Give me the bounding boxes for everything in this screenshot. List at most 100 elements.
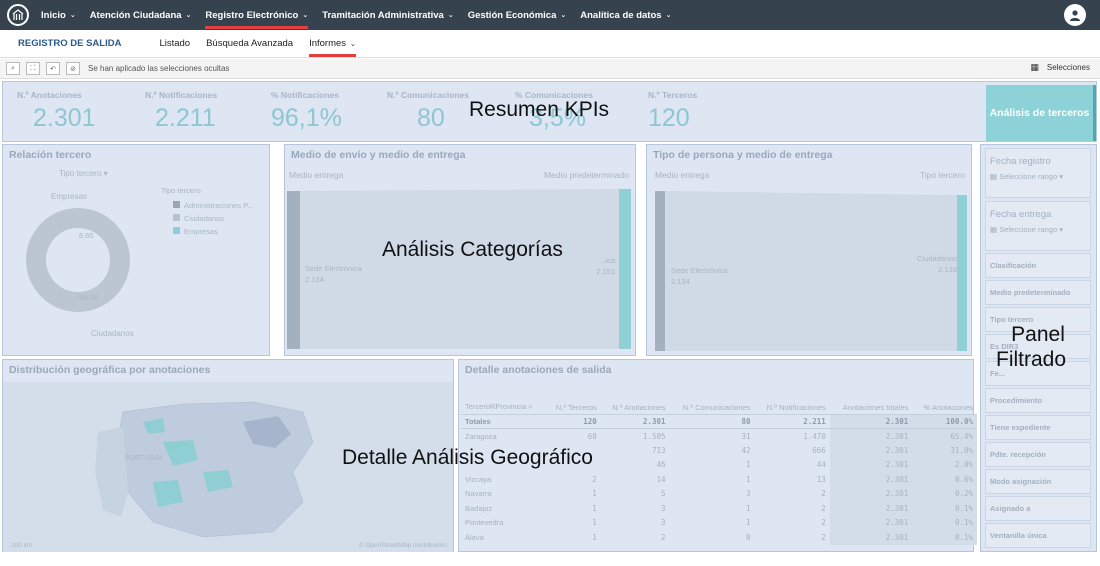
selections-message: Se han aplicado las selecciones ocultas	[88, 64, 230, 73]
legend-item-ciudadanos[interactable]: Ciudadanos	[173, 212, 253, 225]
sankey-node-left	[287, 191, 300, 349]
dropdown-caret-icon: ▾	[103, 169, 108, 178]
filter-fecha-entrega[interactable]: Fecha entrega ▦ Seleccione rango ▾	[985, 201, 1091, 251]
user-avatar-icon[interactable]	[1064, 4, 1086, 26]
categorias-overlay-label: Análisis Categorías	[382, 238, 563, 261]
donut-ring	[26, 208, 130, 312]
filter-tiene-expediente[interactable]: Tiene expediente	[985, 415, 1091, 440]
chevron-down-icon: ⌄	[302, 12, 309, 19]
tab-informes[interactable]: Informes ⌄	[309, 30, 356, 58]
kpi-notificaciones[interactable]: N.º Notificaciones 2.211	[145, 90, 217, 133]
kpi-comunicaciones[interactable]: N.º Comunicaciones 80	[387, 90, 469, 133]
chevron-down-icon: ⌄	[665, 12, 672, 19]
chevron-down-icon: ⌄	[69, 12, 76, 19]
filter-procedimiento[interactable]: Procedimiento	[985, 388, 1091, 413]
home-logo-icon[interactable]	[7, 4, 29, 26]
filter-modo-asignacion[interactable]: Modo asignación	[985, 469, 1091, 494]
sankey-node-label-right: ...ica 2.151	[596, 256, 615, 276]
tipo-persona-panel: Tipo de persona y medio de entrega Medio…	[646, 144, 972, 356]
relacion-tercero-title: Relación tercero	[9, 149, 92, 161]
table-row[interactable]: Pontevedra 1 3 1 2 2.301 0.1%	[461, 515, 977, 530]
clear-selections-icon[interactable]: ⊘	[66, 62, 80, 75]
col-notificaciones[interactable]: N.º Notificaciones	[755, 392, 830, 414]
table-totals-row: Totales 120 2.301 80 2.211 2.301 100.0%	[461, 413, 977, 429]
filter-clasificacion[interactable]: Clasificación	[985, 253, 1091, 278]
nav-item-registro-electronico[interactable]: Registro Electrónico ⌄	[205, 0, 308, 30]
kpi-anotaciones[interactable]: N.º Anotaciones 2.301	[17, 90, 96, 133]
kpi-pct-notificaciones[interactable]: % Notificaciones 96,1%	[271, 90, 342, 133]
geografico-overlay-label: Detalle Análisis Geográfico	[342, 446, 593, 469]
top-navigation: Inicio ⌄ Atención Ciudadana ⌄ Registro Ele…	[0, 0, 1100, 30]
table-row[interactable]: Navarra 1 5 3 2 2.301 0.2%	[461, 486, 977, 501]
sankey-node-right	[619, 189, 631, 349]
filter-asignado-a[interactable]: Asignado a	[985, 496, 1091, 521]
chevron-down-icon: ⌄	[350, 40, 356, 48]
nav-item-analitica-datos[interactable]: Analítica de datos ⌄	[580, 0, 671, 30]
donut-label-ciudadanos: Ciudadanos	[91, 329, 134, 338]
sankey-node-right	[957, 195, 967, 351]
tipo-tercero-dropdown[interactable]: Tipo tercero ▾	[59, 169, 108, 178]
calendar-icon: ▦	[990, 225, 998, 234]
persona-node-label-left: Sede Electrónica 2.134	[671, 266, 728, 286]
relacion-tercero-panel: Relación tercero Tipo tercero ▾ Empresas…	[2, 144, 270, 356]
chevron-down-icon: ⌄	[447, 12, 454, 19]
sankey-node-label-left: Sede Electrónica 2.134	[305, 264, 362, 284]
nav-item-tramitacion-administrativa[interactable]: Tramitación Administrativa ⌄	[322, 0, 453, 30]
kpi-terceros[interactable]: N.º Terceros 120	[648, 90, 697, 133]
map-country-label: PORTUGAL	[125, 455, 164, 462]
selections-button[interactable]: ▦ Selecciones	[1030, 62, 1090, 73]
nav-item-inicio[interactable]: Inicio ⌄	[41, 0, 76, 30]
tab-listado[interactable]: Listado	[159, 30, 190, 58]
filter-ventanilla-unica[interactable]: Ventanilla única	[985, 523, 1091, 548]
smart-search-icon[interactable]: ⌕	[6, 62, 20, 75]
chevron-down-icon: ⌄	[560, 12, 567, 19]
tab-busqueda-avanzada[interactable]: Búsqueda Avanzada	[206, 30, 293, 58]
selections-tool-icon[interactable]: ⛶	[26, 62, 40, 75]
col-terceros[interactable]: N.º Terceros	[546, 392, 601, 414]
nav-item-gestion-economica[interactable]: Gestión Económica ⌄	[468, 0, 567, 30]
donut-value-b: 99.26	[79, 293, 98, 302]
table-row[interactable]: Vizcaya 2 14 1 13 2.301 0.6%	[461, 472, 977, 487]
table-header-row: TerceroRProvincia ⌕ N.º Terceros N.º Ano…	[461, 392, 977, 414]
legend-item-empresas[interactable]: Empresas	[173, 225, 253, 238]
col-anotaciones[interactable]: N.º Anotaciones	[601, 392, 670, 414]
persona-node-label-right: Ciudadanos 2.139	[916, 254, 957, 274]
kpi-summary-panel: N.º Anotaciones 2.301 N.º Notificaciones…	[2, 81, 1097, 142]
legend-swatch	[173, 214, 180, 221]
col-pct-anotaciones[interactable]: % Anotaciones	[912, 392, 977, 414]
col-anotaciones-totales[interactable]: Anotaciones totales	[830, 392, 912, 414]
legend-swatch	[173, 201, 180, 208]
nav-item-atencion-ciudadana[interactable]: Atención Ciudadana ⌄	[90, 0, 192, 30]
legend-item-administraciones[interactable]: Administraciones P...	[173, 199, 253, 212]
legend-title: Tipo tercero	[161, 186, 201, 195]
tipo-persona-title: Tipo de persona y medio de entrega	[653, 149, 833, 161]
sub-navigation: REGISTRO DE SALIDA Listado Búsqueda Avan…	[0, 30, 1100, 58]
table-row[interactable]: Álava 1 2 0 2 2.301 0.1%	[461, 530, 977, 545]
step-back-icon[interactable]: ↶	[46, 62, 60, 75]
dropdown-caret-icon: ▾	[1059, 172, 1064, 181]
filtrado-overlay-label: Panel Filtrado	[996, 323, 1067, 371]
analisis-terceros-button[interactable]: Análisis de terceros	[986, 85, 1096, 141]
filter-medio-predeterminado[interactable]: Medio predeterminado	[985, 280, 1091, 305]
search-icon[interactable]: ⌕	[528, 402, 532, 411]
donut-value-a: 8.65	[79, 231, 94, 240]
filter-fecha-registro[interactable]: Fecha registro ▦ Seleccione rango ▾	[985, 148, 1091, 198]
col-provincia[interactable]: TerceroRProvincia ⌕	[461, 392, 546, 414]
selections-toolbar: ⌕ ⛶ ↶ ⊘ Se han aplicado las selecciones …	[0, 59, 1100, 79]
filter-pdte-recepcion[interactable]: Pdte. recepción	[985, 442, 1091, 467]
calendar-icon: ▦	[990, 172, 998, 181]
map-credits: © OpenStreetMap contributors	[358, 542, 447, 549]
donut-label-empresas: Empresas	[51, 192, 88, 201]
dropdown-caret-icon: ▾	[1059, 225, 1064, 234]
geo-title: Distribución geográfica por anotaciones	[9, 364, 211, 376]
relacion-legend: Administraciones P... Ciudadanos Empresa…	[173, 199, 253, 238]
chevron-down-icon: ⌄	[185, 12, 192, 19]
dashboard-workspace: N.º Anotaciones 2.301 N.º Notificaciones…	[0, 80, 1100, 560]
map-scale: 200 km	[11, 542, 33, 549]
table-row[interactable]: Zaragoza 68 1.505 31 1.470 2.301 65.4%	[461, 428, 977, 443]
kpi-overlay-label: Resumen KPIs	[469, 98, 610, 121]
medio-predeterminado-axis-label: Medio predeterminado	[543, 170, 629, 180]
table-row[interactable]: Badajoz 1 3 1 2 2.301 0.1%	[461, 501, 977, 516]
col-comunicaciones[interactable]: N.º Comunicaciones	[670, 392, 755, 414]
relacion-donut-chart[interactable]	[23, 205, 133, 315]
